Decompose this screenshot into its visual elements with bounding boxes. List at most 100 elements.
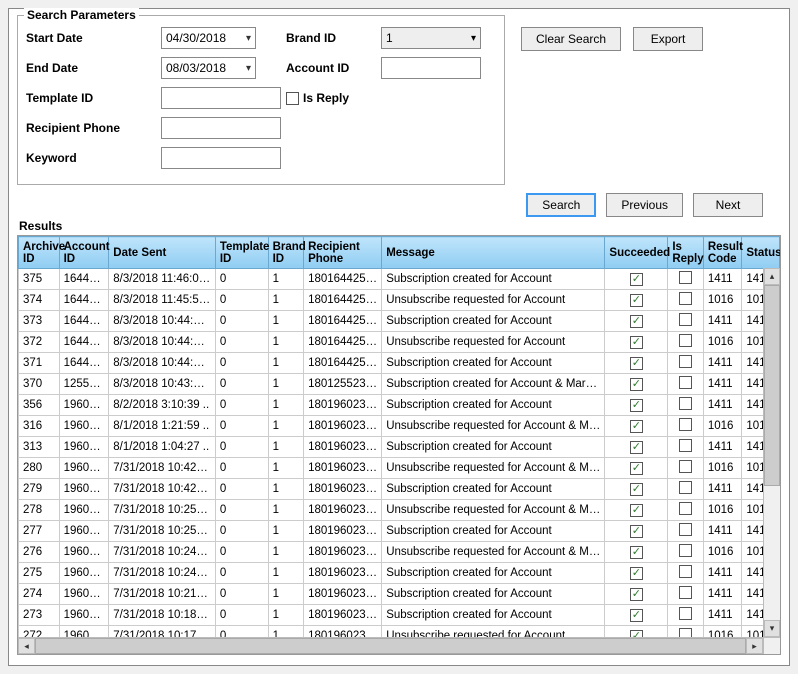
table-row[interactable]: 27719602377/31/2018 10:25:33011801960237… — [19, 521, 780, 542]
is-reply-cell[interactable] — [668, 521, 704, 542]
succeeded-cell[interactable]: ✓ — [605, 563, 668, 584]
is-reply-cell[interactable] — [668, 437, 704, 458]
col-recipient-phone[interactable]: Recipient Phone — [304, 237, 382, 269]
is-reply-cell[interactable] — [668, 479, 704, 500]
table-row[interactable]: 37316442588/3/2018 10:44:58..01180164425… — [19, 311, 780, 332]
is-reply-cell[interactable] — [668, 353, 704, 374]
succeeded-cell[interactable]: ✓ — [605, 479, 668, 500]
horizontal-scrollbar[interactable]: ◂ ▸ — [18, 637, 763, 654]
col-date-sent[interactable]: Date Sent — [109, 237, 216, 269]
search-button[interactable]: Search — [526, 193, 596, 217]
table-row[interactable]: 37516442588/3/2018 11:46:04..01180164425… — [19, 269, 780, 290]
scroll-left-icon[interactable]: ◂ — [18, 638, 35, 654]
checkbox-icon — [679, 523, 692, 536]
scroll-right-icon[interactable]: ▸ — [746, 638, 763, 654]
chevron-down-icon: ▾ — [246, 63, 251, 74]
is-reply-checkbox[interactable]: Is Reply — [286, 91, 349, 105]
table-row[interactable]: 31619602378/1/2018 1:21:59 ..01180196023… — [19, 416, 780, 437]
table-row[interactable]: 37416442588/3/2018 11:45:53..01180164425… — [19, 290, 780, 311]
clear-search-button[interactable]: Clear Search — [521, 27, 621, 51]
is-reply-cell[interactable] — [668, 374, 704, 395]
succeeded-cell[interactable]: ✓ — [605, 311, 668, 332]
cell: Subscription created for Account — [382, 437, 605, 458]
col-account-id[interactable]: Account ID — [59, 237, 109, 269]
succeeded-cell[interactable]: ✓ — [605, 416, 668, 437]
succeeded-cell[interactable]: ✓ — [605, 437, 668, 458]
is-reply-cell[interactable] — [668, 290, 704, 311]
scroll-up-icon[interactable]: ▴ — [764, 268, 780, 285]
is-reply-cell[interactable] — [668, 395, 704, 416]
is-reply-cell[interactable] — [668, 269, 704, 290]
is-reply-cell[interactable] — [668, 542, 704, 563]
succeeded-cell[interactable]: ✓ — [605, 542, 668, 563]
table-row[interactable]: 27819602377/31/2018 10:25:51011801960237… — [19, 500, 780, 521]
table-row[interactable]: 27919602377/31/2018 10:42:43011801960237… — [19, 479, 780, 500]
results-table-wrap: Archive ID Account ID Date Sent Template… — [17, 235, 781, 655]
is-reply-cell[interactable] — [668, 458, 704, 479]
col-archive-id[interactable]: Archive ID — [19, 237, 60, 269]
scroll-thumb-h[interactable] — [35, 638, 746, 654]
cell: 1411 — [703, 479, 742, 500]
cell: 278 — [19, 500, 60, 521]
succeeded-cell[interactable]: ✓ — [605, 584, 668, 605]
is-reply-cell[interactable] — [668, 605, 704, 626]
keyword-input[interactable] — [161, 147, 281, 169]
table-row[interactable]: 27619602377/31/2018 10:24:14011801960237… — [19, 542, 780, 563]
checkbox-icon: ✓ — [630, 336, 643, 349]
col-brand-id[interactable]: Brand ID — [268, 237, 304, 269]
table-row[interactable]: 37012552328/3/2018 10:43:50..01180125523… — [19, 374, 780, 395]
table-row[interactable]: 37116442588/3/2018 10:44:27..01180164425… — [19, 353, 780, 374]
table-row[interactable]: 37216442588/3/2018 10:44:36..01180164425… — [19, 332, 780, 353]
end-date-input[interactable]: 08/03/2018▾ — [161, 57, 256, 79]
is-reply-cell[interactable] — [668, 311, 704, 332]
vertical-scrollbar[interactable]: ▴ ▾ — [763, 268, 780, 637]
succeeded-cell[interactable]: ✓ — [605, 290, 668, 311]
table-row[interactable]: 28019602377/31/2018 10:42:47011801960237… — [19, 458, 780, 479]
scroll-down-icon[interactable]: ▾ — [764, 620, 780, 637]
next-button[interactable]: Next — [693, 193, 763, 217]
scroll-thumb[interactable] — [764, 285, 780, 486]
succeeded-cell[interactable]: ✓ — [605, 458, 668, 479]
is-reply-cell[interactable] — [668, 584, 704, 605]
is-reply-cell[interactable] — [668, 332, 704, 353]
table-row[interactable]: 35619602378/2/2018 3:10:39 ..01180196023… — [19, 395, 780, 416]
succeeded-cell[interactable]: ✓ — [605, 395, 668, 416]
brand-id-select[interactable]: 1▾ — [381, 27, 481, 49]
results-table[interactable]: Archive ID Account ID Date Sent Template… — [18, 236, 780, 654]
col-result-code[interactable]: Result Code — [703, 237, 742, 269]
cell: 18019602376 — [304, 458, 382, 479]
cell: 1255232 — [59, 374, 109, 395]
table-row[interactable]: 27519602377/31/2018 10:24:10011801960237… — [19, 563, 780, 584]
table-row[interactable]: 31319602378/1/2018 1:04:27 ..01180196023… — [19, 437, 780, 458]
cell: 7/31/2018 10:42:43 — [109, 479, 216, 500]
col-succeeded[interactable]: Succeeded — [605, 237, 668, 269]
cell: 0 — [215, 353, 268, 374]
previous-button[interactable]: Previous — [606, 193, 683, 217]
start-date-input[interactable]: 04/30/2018▾ — [161, 27, 256, 49]
cell: 7/31/2018 10:24:14 — [109, 542, 216, 563]
cell: 277 — [19, 521, 60, 542]
cell: 1411 — [703, 437, 742, 458]
succeeded-cell[interactable]: ✓ — [605, 374, 668, 395]
export-button[interactable]: Export — [633, 27, 703, 51]
checkbox-icon — [679, 586, 692, 599]
is-reply-cell[interactable] — [668, 416, 704, 437]
col-template-id[interactable]: Template ID — [215, 237, 268, 269]
col-message[interactable]: Message — [382, 237, 605, 269]
col-status[interactable]: Status — [742, 237, 780, 269]
succeeded-cell[interactable]: ✓ — [605, 605, 668, 626]
template-id-input[interactable] — [161, 87, 281, 109]
table-row[interactable]: 27419602377/31/2018 10:21:12011801960237… — [19, 584, 780, 605]
checkbox-icon: ✓ — [630, 315, 643, 328]
succeeded-cell[interactable]: ✓ — [605, 269, 668, 290]
succeeded-cell[interactable]: ✓ — [605, 521, 668, 542]
recipient-phone-input[interactable] — [161, 117, 281, 139]
succeeded-cell[interactable]: ✓ — [605, 353, 668, 374]
table-row[interactable]: 27319602377/31/2018 10:18:50011801960237… — [19, 605, 780, 626]
account-id-input[interactable] — [381, 57, 481, 79]
succeeded-cell[interactable]: ✓ — [605, 332, 668, 353]
col-is-reply[interactable]: Is Reply — [668, 237, 704, 269]
succeeded-cell[interactable]: ✓ — [605, 500, 668, 521]
is-reply-cell[interactable] — [668, 563, 704, 584]
is-reply-cell[interactable] — [668, 500, 704, 521]
